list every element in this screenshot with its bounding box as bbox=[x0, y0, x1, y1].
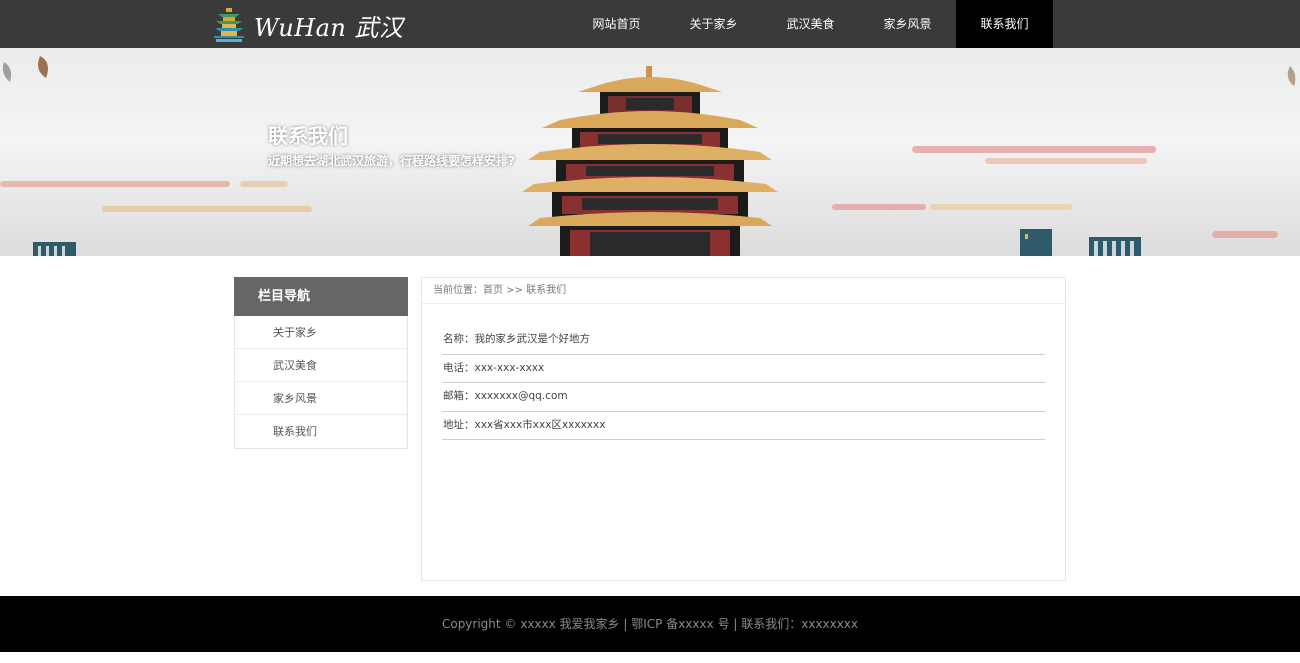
contact-value: xxx-xxx-xxxx bbox=[474, 361, 545, 374]
footer-copyright: Copyright © xxxxx 我爱我家乡 | 鄂ICP 备xxxxx 号 … bbox=[441, 617, 859, 631]
contact-label: 电话： bbox=[443, 361, 475, 374]
site-header: WuHan 武汉 网站首页 关于家乡 武汉美食 家乡风景 联系我们 bbox=[0, 0, 1300, 48]
contact-row-address: 地址：xxx省xxx市xxx区xxxxxxx bbox=[442, 412, 1045, 440]
nav-item-about[interactable]: 关于家乡 bbox=[665, 0, 762, 48]
yellow-crane-tower-logo-icon bbox=[214, 8, 244, 42]
main-nav: 网站首页 关于家乡 武汉美食 家乡风景 联系我们 bbox=[568, 0, 1053, 48]
contact-row-email: 邮箱：xxxxxxx@qq.com bbox=[442, 383, 1045, 412]
breadcrumb-current: 联系我们 bbox=[526, 285, 567, 296]
contact-label: 邮箱： bbox=[443, 390, 475, 402]
breadcrumb: 当前位置：首页 >> 联系我们 bbox=[422, 278, 1065, 304]
main-content: 当前位置：首页 >> 联系我们 名称：我的家乡武汉是个好地方 电话：xxx-xx… bbox=[421, 277, 1066, 581]
site-logo[interactable]: WuHan 武汉 bbox=[212, 6, 403, 44]
page-banner: 联系我们 近期想去湖北武汉旅游，行程路线要怎样安排? bbox=[0, 48, 1300, 256]
contact-row-name: 名称：我的家乡武汉是个好地方 bbox=[442, 326, 1045, 355]
contact-label: 名称： bbox=[443, 333, 475, 345]
sidebar-item-contact[interactable]: 联系我们 bbox=[235, 415, 407, 448]
contact-label: 地址： bbox=[443, 418, 475, 431]
logo-text: WuHan 武汉 bbox=[254, 13, 404, 42]
sidebar-item-food[interactable]: 武汉美食 bbox=[235, 349, 407, 382]
breadcrumb-home-link[interactable]: 首页 bbox=[483, 285, 503, 296]
nav-item-scenery[interactable]: 家乡风景 bbox=[859, 0, 956, 48]
site-footer: Copyright © xxxxx 我爱我家乡 | 鄂ICP 备xxxxx 号 … bbox=[0, 596, 1300, 652]
sidebar-heading: 栏目导航 bbox=[234, 277, 408, 316]
contact-value: xxxxxxx@qq.com bbox=[474, 390, 568, 402]
breadcrumb-prefix: 当前位置： bbox=[433, 285, 483, 296]
contact-row-phone: 电话：xxx-xxx-xxxx bbox=[442, 355, 1045, 383]
contact-value: xxx省xxx市xxx区xxxxxxx bbox=[474, 418, 606, 431]
nav-item-contact[interactable]: 联系我们 bbox=[956, 0, 1053, 48]
nav-item-home[interactable]: 网站首页 bbox=[568, 0, 665, 48]
breadcrumb-separator: >> bbox=[503, 285, 527, 296]
contact-value: 我的家乡武汉是个好地方 bbox=[474, 333, 591, 345]
sidebar: 栏目导航 关于家乡 武汉美食 家乡风景 联系我们 bbox=[234, 277, 408, 449]
banner-illustration bbox=[0, 56, 1296, 256]
sidebar-list: 关于家乡 武汉美食 家乡风景 联系我们 bbox=[234, 316, 408, 449]
banner-title: 联系我们 bbox=[268, 124, 348, 148]
sidebar-item-scenery[interactable]: 家乡风景 bbox=[235, 382, 407, 415]
yellow-crane-tower-graphic bbox=[522, 66, 778, 256]
nav-item-food[interactable]: 武汉美食 bbox=[762, 0, 859, 48]
sidebar-item-about[interactable]: 关于家乡 bbox=[235, 316, 407, 349]
contact-info: 名称：我的家乡武汉是个好地方 电话：xxx-xxx-xxxx 邮箱：xxxxxx… bbox=[442, 326, 1045, 440]
banner-subtitle: 近期想去湖北武汉旅游，行程路线要怎样安排? bbox=[268, 154, 515, 168]
